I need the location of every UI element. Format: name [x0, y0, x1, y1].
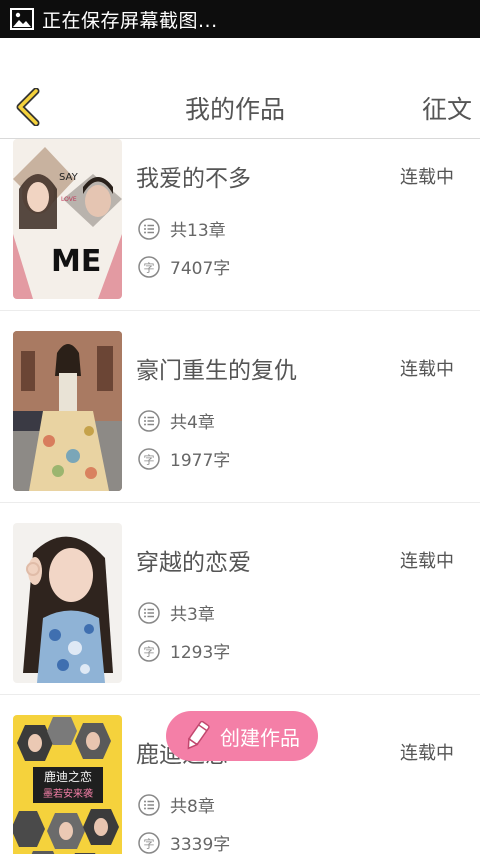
- create-work-label: 创建作品: [220, 725, 300, 750]
- word-count: 字 1977字: [138, 446, 230, 471]
- list-icon: [138, 217, 160, 240]
- word-count-text: 1977字: [170, 451, 231, 471]
- work-status: 连载中: [400, 743, 454, 764]
- pencil-icon: [187, 720, 210, 750]
- word-count-text: 3339字: [170, 835, 231, 854]
- work-title[interactable]: 豪门重生的复仇: [136, 351, 297, 385]
- list-icon: [138, 409, 160, 432]
- work-cover[interactable]: SAY LOVE ME: [13, 139, 122, 299]
- chapter-count-text: 共3章: [170, 605, 215, 625]
- chapter-count: 共13章: [138, 216, 226, 241]
- word-count: 字 1293字: [138, 638, 230, 663]
- word-count-icon: 字: [138, 255, 160, 278]
- work-item[interactable]: SAY LOVE ME 我爱的不多 连载中 共13章 字 7407字: [0, 139, 480, 311]
- page-title: 我的作品: [184, 95, 285, 124]
- chapter-count-text: 共8章: [170, 797, 215, 817]
- create-work-button[interactable]: 创建作品: [166, 711, 318, 761]
- cover-text: 鹿迪之恋: [44, 769, 92, 784]
- svg-text:字: 字: [144, 260, 155, 274]
- work-title[interactable]: 我爱的不多: [136, 159, 251, 193]
- word-count-icon: 字: [138, 447, 160, 470]
- work-status: 连载中: [400, 551, 454, 572]
- chapter-count: 共8章: [138, 792, 215, 817]
- work-cover[interactable]: 鹿迪之恋 墨若安来袭: [13, 715, 122, 854]
- essay-contest-button[interactable]: 征文: [422, 90, 472, 126]
- svg-text:字: 字: [144, 836, 155, 850]
- list-icon: [138, 793, 160, 816]
- word-count-text: 1293字: [170, 643, 231, 663]
- word-count-icon: 字: [138, 831, 160, 854]
- chapter-count-text: 共4章: [170, 413, 215, 433]
- app-header: 我的作品 征文: [0, 38, 480, 139]
- word-count-text: 7407字: [170, 259, 231, 279]
- svg-text:字: 字: [144, 452, 155, 466]
- work-title[interactable]: 穿越的恋爱: [136, 543, 251, 577]
- cover-text: 墨若安来袭: [43, 787, 93, 800]
- cover-text: SAY: [59, 172, 79, 183]
- status-text: 正在保存屏幕截图...: [42, 9, 218, 32]
- status-bar: 正在保存屏幕截图...: [0, 0, 480, 38]
- work-status: 连载中: [400, 359, 454, 380]
- chapter-count-text: 共13章: [170, 221, 226, 241]
- cover-text: ME: [51, 244, 101, 279]
- work-cover[interactable]: [13, 331, 122, 491]
- image-icon: [10, 8, 34, 30]
- list-icon: [138, 601, 160, 624]
- cover-text: LOVE: [61, 196, 77, 203]
- work-cover[interactable]: [13, 523, 122, 683]
- chapter-count: 共4章: [138, 408, 215, 433]
- word-count: 字 7407字: [138, 254, 230, 279]
- chapter-count: 共3章: [138, 600, 215, 625]
- work-item[interactable]: 豪门重生的复仇 连载中 共4章 字 1977字: [0, 311, 480, 503]
- work-item[interactable]: 穿越的恋爱 连载中 共3章 字 1293字: [0, 503, 480, 695]
- word-count: 字 3339字: [138, 830, 230, 854]
- word-count-icon: 字: [138, 639, 160, 662]
- svg-text:字: 字: [144, 644, 155, 658]
- work-status: 连载中: [400, 167, 454, 188]
